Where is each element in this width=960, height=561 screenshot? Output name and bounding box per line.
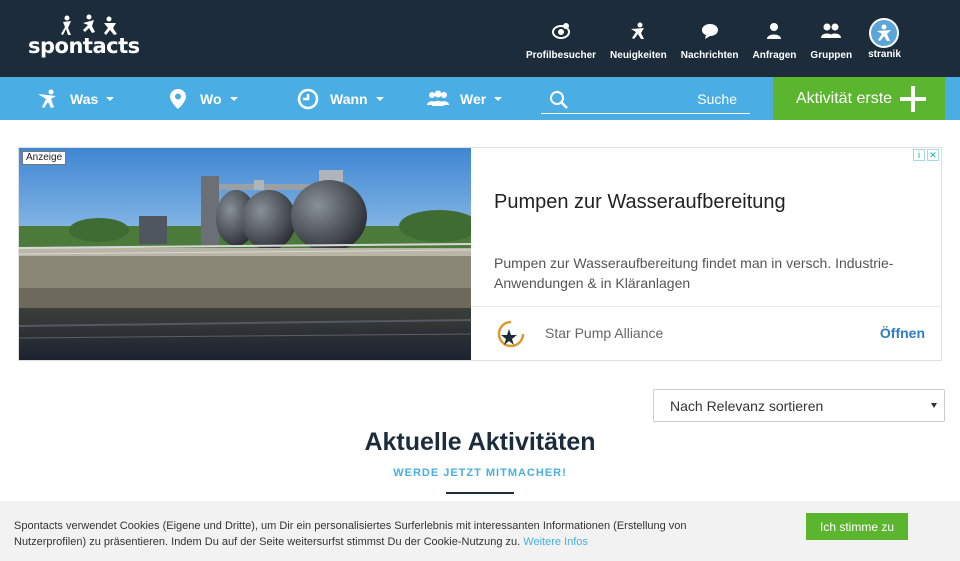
filter-label: Wo (200, 90, 222, 107)
filter-label: Wer (460, 90, 487, 107)
clock-icon (296, 88, 320, 110)
cookie-text-block: Spontacts verwendet Cookies (Eigene und … (14, 518, 714, 550)
info-icon[interactable]: i (913, 149, 925, 161)
nav-anfragen[interactable]: Anfragen (752, 14, 797, 64)
search-box (541, 84, 750, 114)
filter-wer[interactable]: Wer (426, 77, 503, 120)
nav-neuigkeiten[interactable]: Neuigkeiten (610, 14, 667, 64)
chevron-down-icon (106, 96, 115, 101)
advertisement[interactable]: Anzeige i ✕ Pumpen zur Wasseraufbereitun… (18, 147, 942, 361)
ad-badge: Anzeige (22, 151, 67, 165)
nav-label: Gruppen (810, 50, 853, 61)
ad-open-button[interactable]: Öffnen (880, 325, 925, 341)
cookie-banner: Spontacts verwendet Cookies (Eigene und … (0, 501, 960, 561)
sort-select[interactable]: Nach Relevanz sortieren (653, 389, 945, 422)
eye-badge-icon (550, 20, 572, 42)
ad-description: Pumpen zur Wasseraufbereitung findet man… (494, 255, 894, 291)
ad-title[interactable]: Pumpen zur Wasseraufbereitung (494, 191, 786, 214)
filter-label: Wann (330, 90, 368, 107)
nav-profilbesucher[interactable]: Profilbesucher (526, 14, 596, 64)
section-subtitle[interactable]: WERDE JETZT MITMACHER! (0, 467, 960, 479)
filter-wo[interactable]: Wo (166, 77, 238, 120)
person-icon (36, 88, 60, 110)
section-divider (446, 492, 514, 494)
filter-was[interactable]: Was (36, 77, 115, 120)
location-pin-icon (166, 88, 190, 110)
ad-advertiser: Star Pump Alliance (545, 325, 664, 341)
nav-label: Nachrichten (680, 50, 739, 61)
nav-label: Neuigkeiten (610, 50, 667, 61)
advertiser-logo-icon (497, 320, 525, 348)
ad-image[interactable]: Anzeige (19, 148, 471, 360)
nav-gruppen[interactable]: Gruppen (810, 14, 852, 64)
activity-icon (627, 20, 649, 42)
user-name: stranik (868, 49, 901, 60)
create-activity-button[interactable]: Aktivität erste (773, 77, 945, 120)
search-icon (550, 91, 568, 109)
filter-label: Was (70, 90, 99, 107)
water-treatment-plant-image (19, 148, 471, 360)
chevron-down-icon (229, 96, 238, 101)
logo-figures-icon (61, 14, 117, 35)
chevron-down-icon (375, 96, 384, 101)
spontacts-logo[interactable]: spontacts (28, 14, 140, 64)
logo-text: spontacts (28, 34, 140, 58)
section-title: Aktuelle Aktivitäten (364, 428, 596, 456)
nav-label: Profilbesucher (526, 50, 597, 61)
ad-choices[interactable]: i ✕ (911, 149, 939, 161)
chat-icon (699, 20, 721, 42)
cookie-accept-button[interactable]: Ich stimme zu (806, 513, 908, 540)
create-activity-label: Aktivität erste (796, 89, 893, 107)
avatar (869, 18, 900, 48)
top-header: spontacts Profilbesucher Neuigkeiten Nac… (0, 0, 960, 77)
ad-footer: Star Pump Alliance Öffnen (471, 306, 941, 360)
nav-nachrichten[interactable]: Nachrichten (681, 14, 739, 64)
close-icon[interactable]: ✕ (927, 149, 939, 161)
header-nav: Profilbesucher Neuigkeiten Nachrichten A… (526, 14, 901, 64)
plus-icon (900, 85, 927, 112)
cookie-more-link[interactable]: Weitere Infos (523, 536, 588, 548)
user-menu[interactable]: stranik (868, 14, 901, 64)
filter-wann[interactable]: Wann (296, 77, 384, 120)
group-icon (820, 20, 842, 42)
chevron-down-icon (494, 96, 503, 101)
nav-label: Anfragen (752, 50, 797, 61)
dropdown-arrow-icon (931, 403, 937, 408)
sort-value: Nach Relevanz sortieren (670, 397, 824, 414)
group-icon (426, 88, 450, 110)
search-input[interactable] (577, 88, 737, 110)
user-icon (763, 20, 785, 42)
